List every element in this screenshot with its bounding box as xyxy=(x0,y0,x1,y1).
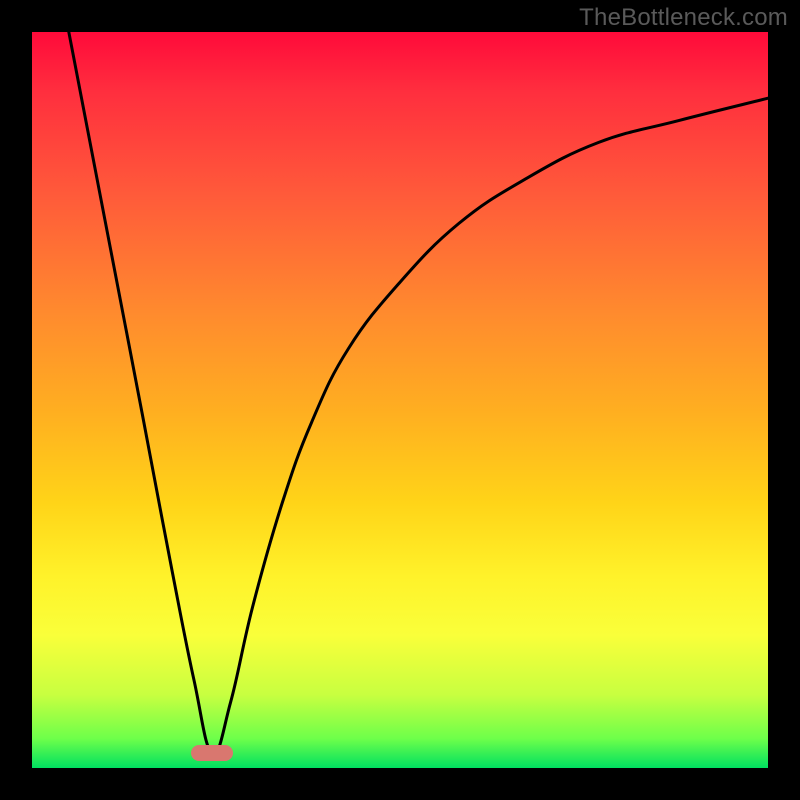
curve-svg xyxy=(32,32,768,768)
chart-frame: TheBottleneck.com xyxy=(0,0,800,800)
minimum-marker xyxy=(191,745,233,761)
watermark-text: TheBottleneck.com xyxy=(579,4,788,32)
plot-area xyxy=(32,32,768,768)
bottleneck-curve xyxy=(69,32,768,754)
